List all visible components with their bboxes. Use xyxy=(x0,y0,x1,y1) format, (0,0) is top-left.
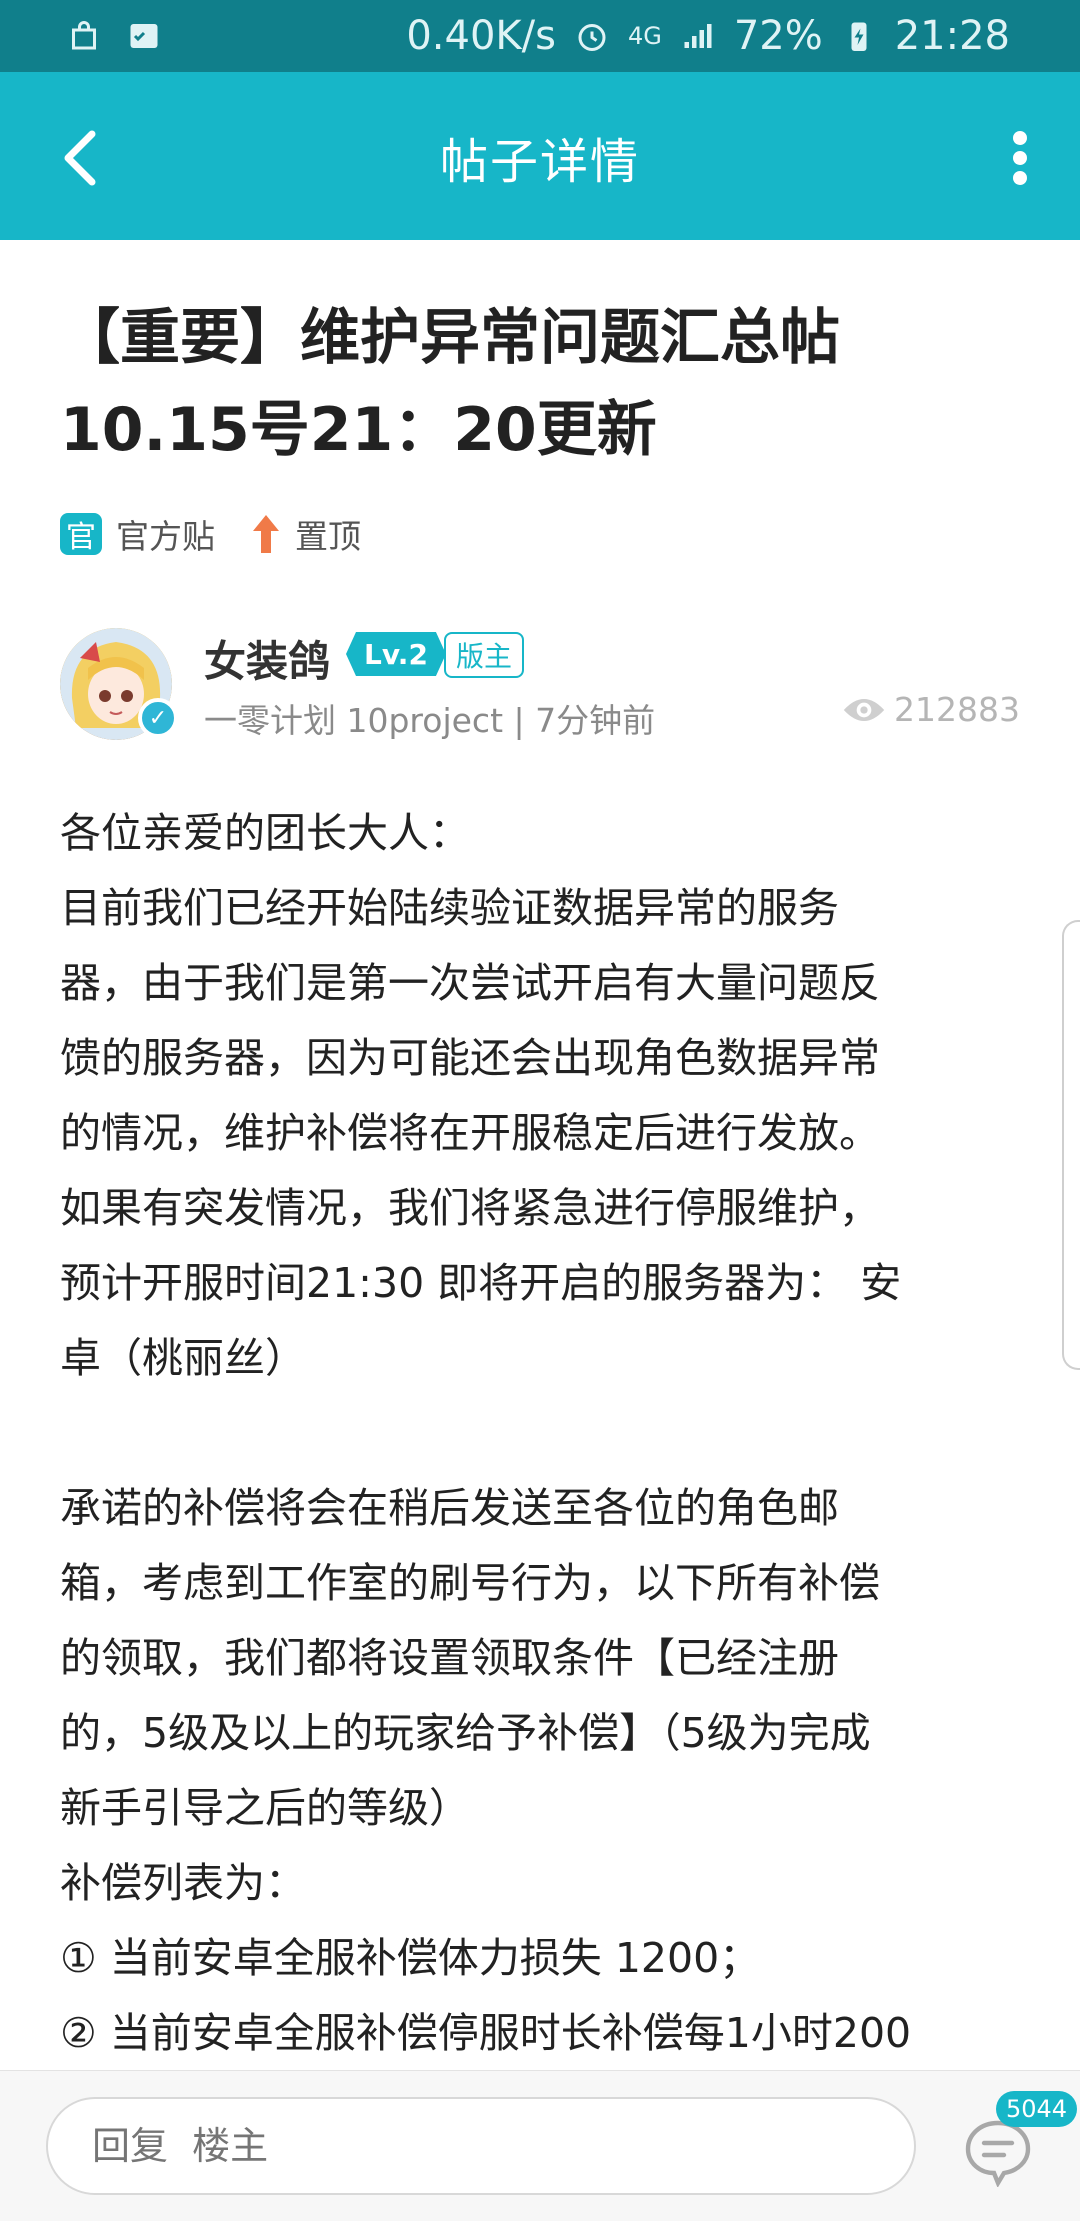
pin-up-arrow-icon xyxy=(253,515,279,553)
content-line: 目前我们已经开始陆续验证数据异常的服务 xyxy=(60,884,839,932)
eye-icon xyxy=(843,698,885,721)
author-row: ✓ 女装鸽 Lv.2 版主 一零计划 10project | 7分钟前 2128… xyxy=(60,628,1020,748)
content-line: 馈的服务器，因为可能还会出现角色数据异常 xyxy=(60,1034,880,1082)
level-badge: Lv.2 xyxy=(346,632,446,676)
content-line: 各位亲爱的团长大人： xyxy=(60,809,470,857)
shopping-bag-icon xyxy=(72,21,96,50)
post-title-line2: 10.15号21：20更新 xyxy=(60,395,657,465)
battery-percent: 72% xyxy=(733,13,823,59)
more-options-button[interactable] xyxy=(990,118,1050,198)
content-line: 器，由于我们是第一次尝试开启有大量问题反 xyxy=(60,959,880,1007)
content-line: 卓（桃丽丝） xyxy=(60,1334,306,1382)
app-header: 帖子详情 xyxy=(0,72,1080,240)
post-tags: 官 官方贴 置顶 xyxy=(60,510,361,558)
tag-pinned: 置顶 xyxy=(251,510,361,558)
content-line: 承诺的补偿将会在稍后发送至各位的角色邮 xyxy=(60,1484,839,1532)
post-title: 【重要】维护异常问题汇总帖 10.15号21：20更新 xyxy=(60,292,1020,476)
content-line: ② 当前安卓全服补偿停服时长补偿每1小时200 xyxy=(60,2009,912,2057)
content-line: 箱，考虑到工作室的刷号行为，以下所有补偿 xyxy=(60,1559,880,1607)
status-left xyxy=(66,18,162,54)
alarm-icon xyxy=(578,24,606,51)
page-title: 帖子详情 xyxy=(439,134,640,190)
view-count-value: 212883 xyxy=(894,690,1020,729)
scroll-handle[interactable] xyxy=(1062,920,1080,1370)
content-line: 的，5级及以上的玩家给予补偿】（5级为完成 xyxy=(60,1709,871,1757)
tag-official-label: 官方贴 xyxy=(116,517,215,556)
post-title-line1: 【重要】维护异常问题汇总帖 xyxy=(60,303,840,373)
content-line xyxy=(60,1396,1020,1471)
status-right: 0.40K/s 4G 72% 21:28 xyxy=(406,13,1010,59)
reply-bar: 5044 xyxy=(0,2070,1080,2221)
content-line: 的情况，维护补偿将在开服稳定后进行发放。 xyxy=(60,1109,880,1157)
sim-card-icon xyxy=(130,24,158,48)
tag-pinned-label: 置顶 xyxy=(295,517,361,556)
official-badge-icon: 官 xyxy=(60,513,102,555)
status-bar: 0.40K/s 4G 72% 21:28 xyxy=(0,0,1080,72)
content-line: ① 当前安卓全服补偿体力损失 1200； xyxy=(60,1934,761,1982)
more-vertical-icon xyxy=(1013,131,1027,185)
comment-count-badge: 5044 xyxy=(996,2091,1078,2127)
network-type: 4G xyxy=(627,22,662,50)
post-content: 各位亲爱的团长大人： 目前我们已经开始陆续验证数据异常的服务 器，由于我们是第一次尝… xyxy=(60,796,1020,2071)
moderator-badge: 版主 xyxy=(444,632,525,678)
network-speed: 0.40K/s xyxy=(406,13,556,59)
battery-charging-icon xyxy=(851,22,867,51)
verified-check-icon: ✓ xyxy=(138,698,178,738)
content-line: 新手引导之后的等级） xyxy=(60,1784,470,1832)
content-line: 的领取，我们都将设置领取条件【已经注册 xyxy=(60,1634,839,1682)
reply-input[interactable] xyxy=(46,2097,916,2195)
tag-official: 官 官方贴 xyxy=(60,510,215,558)
author-name[interactable]: 女装鸽 xyxy=(204,628,330,689)
signal-icon xyxy=(684,24,712,48)
author-meta: 一零计划 10project | 7分钟前 xyxy=(204,701,656,740)
clock: 21:28 xyxy=(894,13,1010,59)
view-count: 212883 xyxy=(842,690,1020,729)
content-line: 预计开服时间21:30 即将开启的服务器为： 安 xyxy=(60,1259,902,1307)
content-line: 补偿列表为： xyxy=(60,1859,306,1907)
content-line: 如果有突发情况，我们将紧急进行停服维护， xyxy=(60,1184,880,1232)
